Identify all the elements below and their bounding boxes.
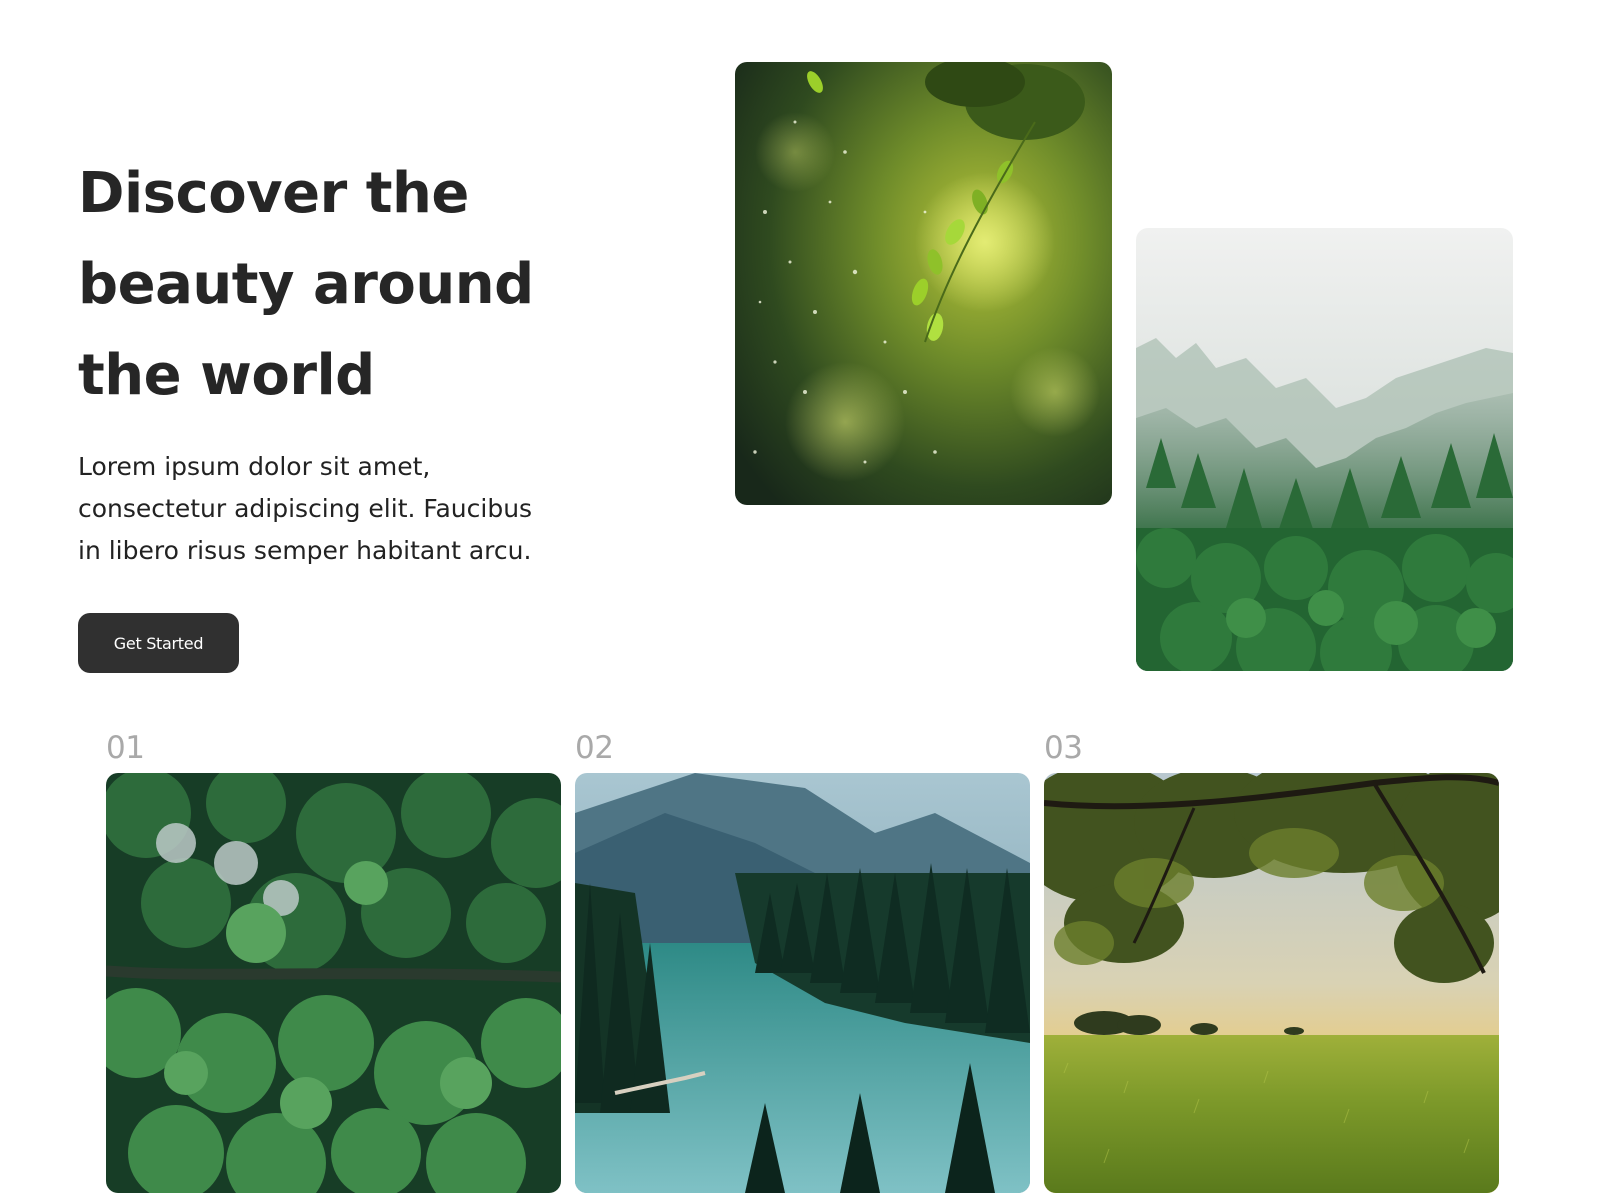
aerial-forest-photo bbox=[106, 773, 561, 1193]
hero-description-line: consectetur adipiscing elit. Faucibus bbox=[78, 494, 533, 523]
hero-title-line: the world bbox=[78, 343, 375, 408]
hero-description-line: in libero risus semper habitant arcu. bbox=[78, 536, 532, 565]
sunset-field-photo bbox=[1044, 773, 1499, 1193]
get-started-button[interactable]: Get Started bbox=[78, 613, 239, 673]
hero-description-line: Lorem ipsum dolor sit amet, bbox=[78, 452, 431, 481]
hero-title-line: Discover the bbox=[78, 161, 469, 226]
step-number: 01 bbox=[106, 730, 145, 766]
mountain-lake-photo bbox=[575, 773, 1030, 1193]
hero-title-line: beauty around bbox=[78, 252, 534, 317]
step-number: 03 bbox=[1044, 730, 1083, 766]
hero-title: Discover the beauty around the world bbox=[78, 148, 598, 421]
raindrops-leaves-photo bbox=[735, 62, 1112, 505]
hero-description: Lorem ipsum dolor sit amet, consectetur … bbox=[78, 446, 578, 572]
misty-forest-photo bbox=[1136, 228, 1513, 671]
step-number: 02 bbox=[575, 730, 614, 766]
